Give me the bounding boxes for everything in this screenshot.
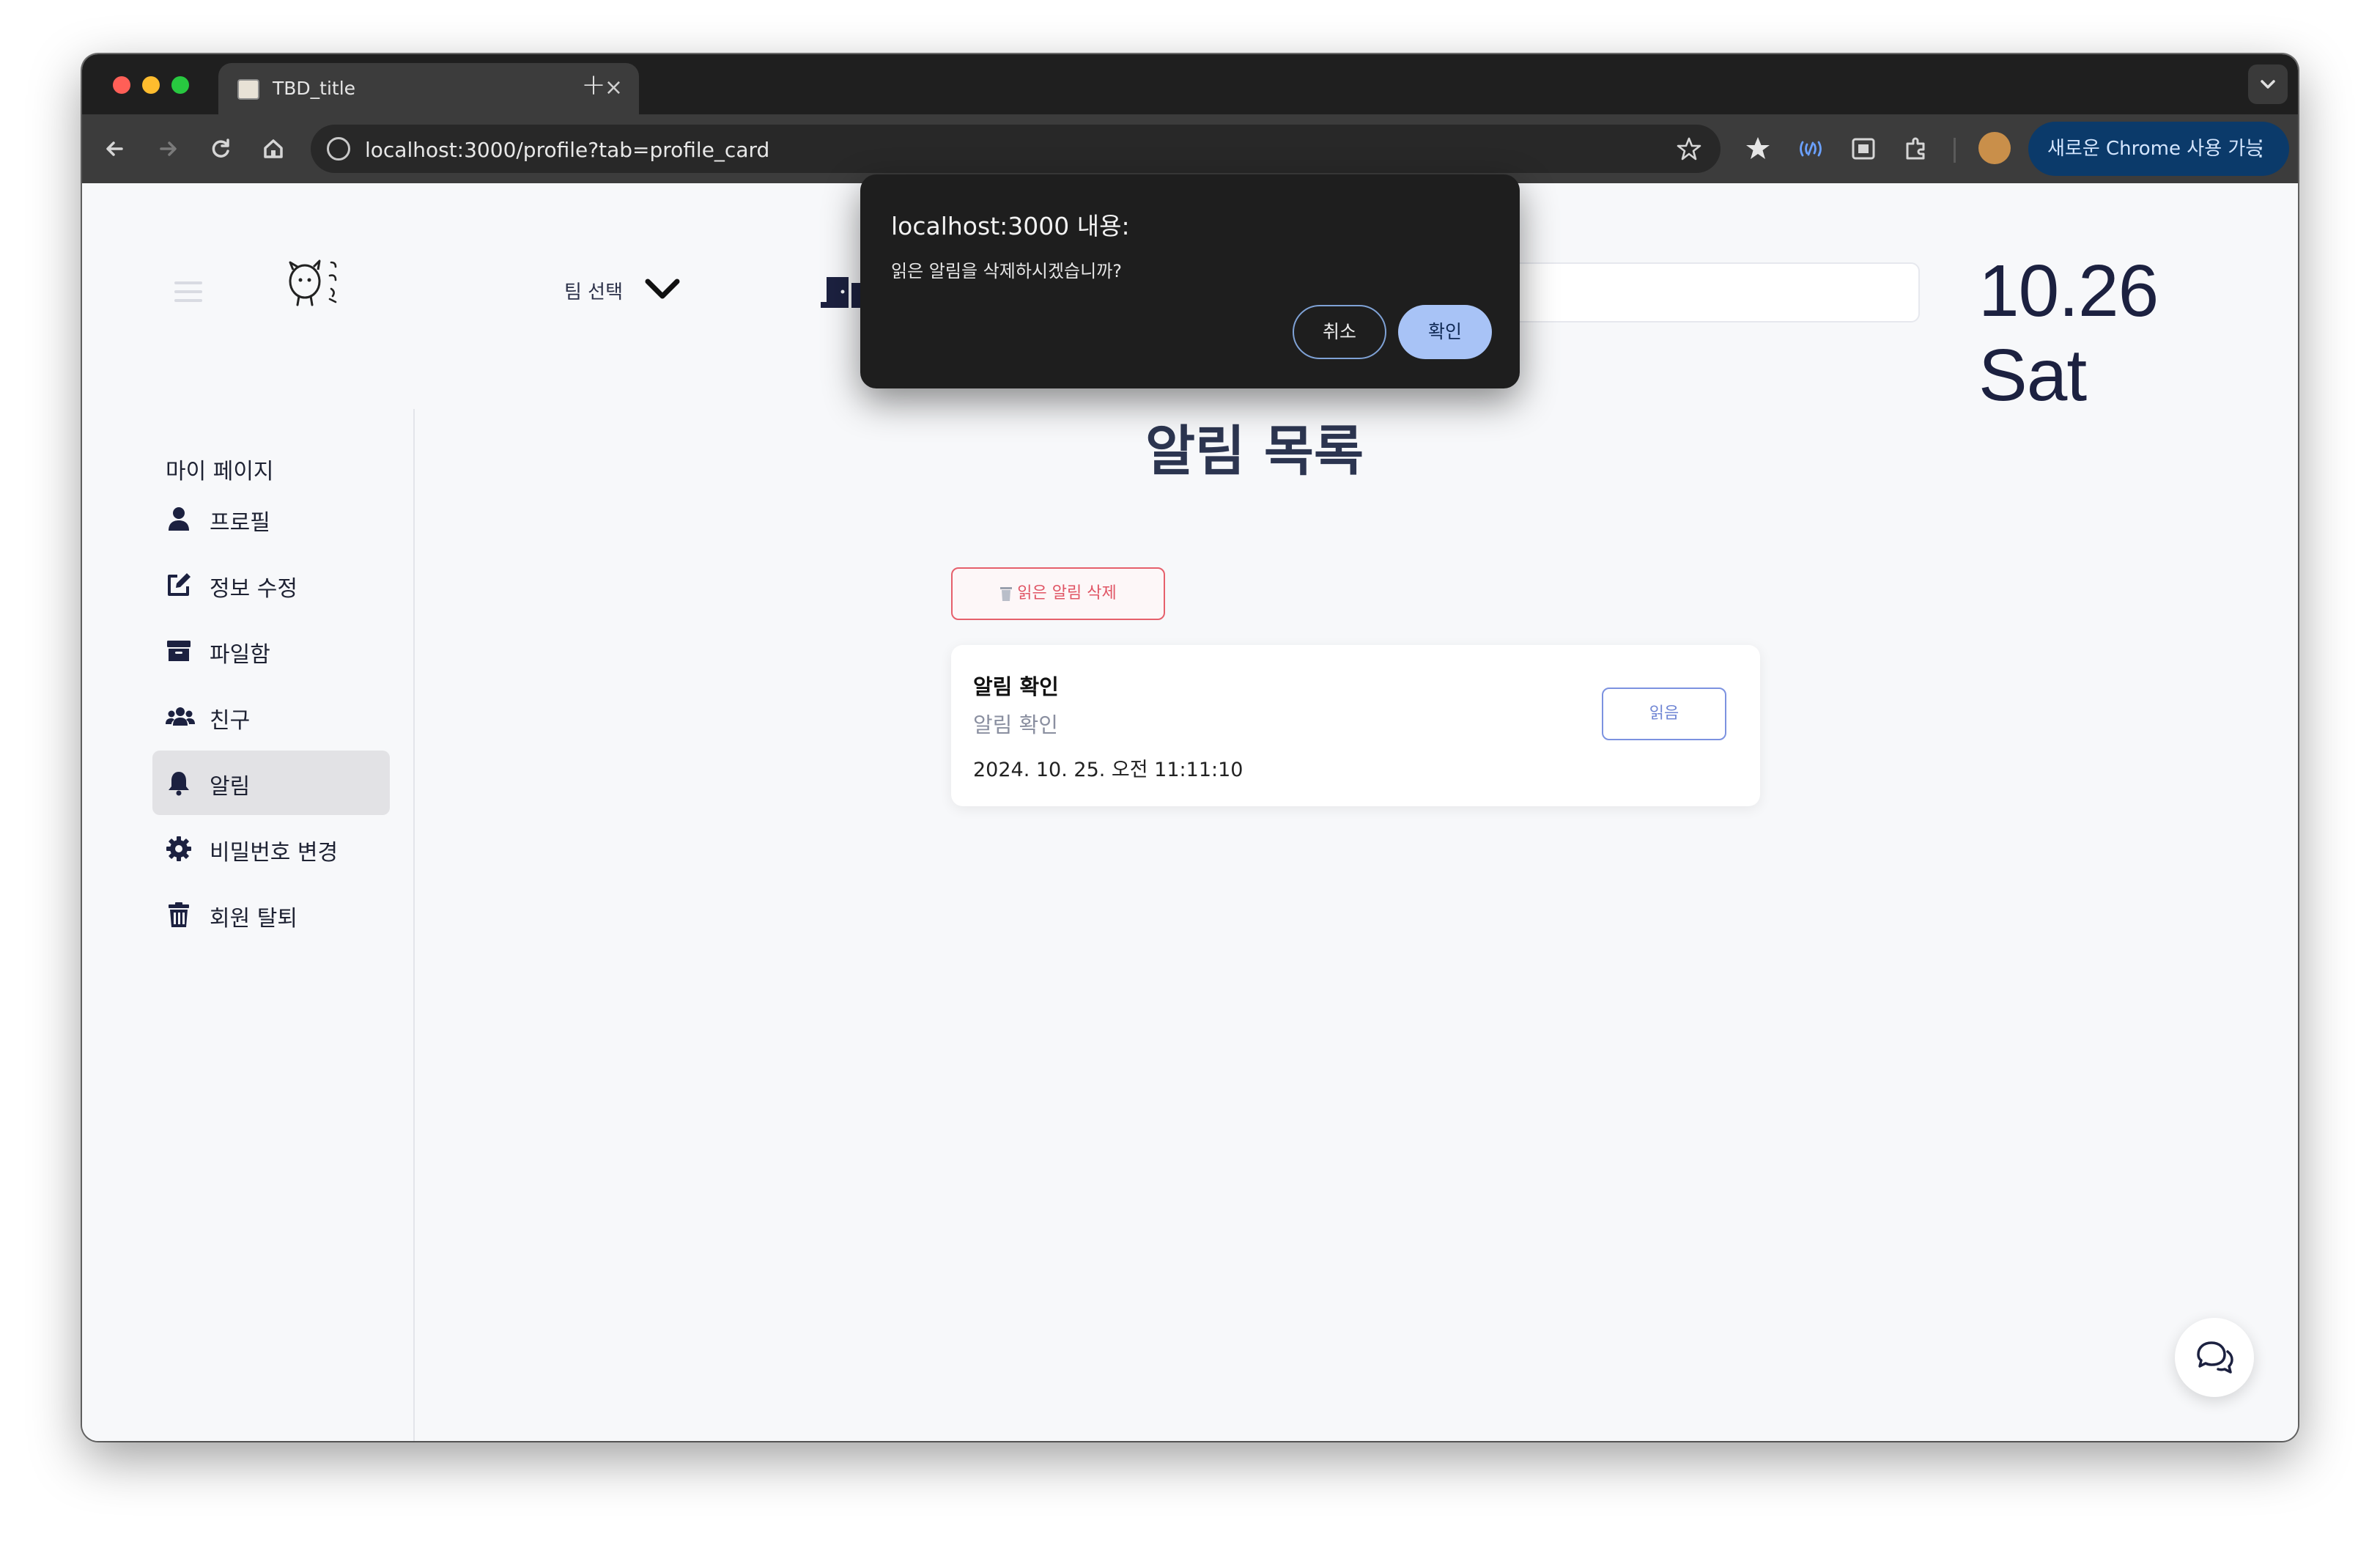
- sidebar-divider: [413, 409, 415, 1441]
- maximize-window-button[interactable]: [171, 76, 189, 94]
- favicon-icon: [237, 79, 259, 100]
- sidebar-item-notifications[interactable]: 알림: [152, 751, 390, 815]
- kebab-menu-icon[interactable]: ⋮: [2250, 122, 2272, 176]
- cancel-button[interactable]: 취소: [1293, 305, 1386, 359]
- sidebar-item-profile[interactable]: 프로필: [152, 487, 390, 551]
- page-title: 알림 목록: [1145, 420, 1364, 483]
- home-icon[interactable]: [258, 133, 289, 164]
- sidebar-item-label: 친구: [210, 708, 251, 734]
- bookmark-star-icon[interactable]: [1677, 136, 1701, 161]
- sidebar-item-label: 정보 수정: [210, 576, 298, 602]
- sidebar-item-label: 회원 탈퇴: [210, 906, 298, 932]
- sidebar-item-label: 알림: [210, 774, 251, 800]
- chrome-update-button[interactable]: 새로운 Chrome 사용 가능 ⋮: [2028, 122, 2289, 176]
- cast-icon[interactable]: [1795, 133, 1826, 164]
- sidebar-item-edit-info[interactable]: 정보 수정: [152, 553, 390, 617]
- browser-toolbar: localhost:3000/profile?tab=profile_card …: [82, 114, 2298, 183]
- delete-read-button[interactable]: 읽은 알림 삭제: [951, 567, 1165, 620]
- gear-icon: [166, 836, 191, 861]
- edit-icon: [168, 573, 191, 596]
- tab-title: TBD_title: [273, 78, 356, 99]
- sidebar-item-label: 파일함: [210, 642, 270, 668]
- delete-read-label: 읽은 알림 삭제: [1017, 584, 1117, 602]
- mark-read-button[interactable]: 읽음: [1602, 688, 1726, 740]
- back-icon[interactable]: [100, 133, 130, 164]
- site-info-icon[interactable]: [327, 137, 350, 161]
- confirm-dialog: localhost:3000 내용: 읽은 알림을 삭제하시겠습니까? 취소 확…: [860, 174, 1520, 388]
- notification-card: 알림 확인 알림 확인 2024. 10. 25. 오전 11:11:10 읽음: [951, 645, 1760, 806]
- bell-icon: [169, 772, 189, 796]
- dialog-title: localhost:3000 내용:: [891, 212, 1130, 240]
- hamburger-menu-icon[interactable]: [174, 281, 202, 302]
- new-tab-button[interactable]: +: [572, 63, 616, 107]
- confirm-button[interactable]: 확인: [1398, 305, 1492, 359]
- team-select-label[interactable]: 팀 선택: [564, 277, 623, 304]
- user-icon: [169, 507, 189, 531]
- trash-icon: [1000, 587, 1013, 601]
- browser-window: TBD_title × + localhost:3000/profile?tab…: [82, 54, 2298, 1441]
- trash-icon: [169, 902, 189, 927]
- forward-icon[interactable]: [152, 133, 183, 164]
- sidebar-item-label: 프로필: [210, 510, 270, 536]
- tab-strip: TBD_title × +: [82, 54, 2298, 114]
- reload-icon[interactable]: [205, 133, 236, 164]
- app-logo[interactable]: [278, 251, 352, 309]
- door-icon[interactable]: [821, 270, 865, 311]
- search-input[interactable]: [1474, 262, 1920, 322]
- url-text[interactable]: localhost:3000/profile?tab=profile_card: [365, 138, 769, 162]
- sidebar-item-change-password[interactable]: 비밀번호 변경: [152, 817, 390, 881]
- sidebar-item-files[interactable]: 파일함: [152, 619, 390, 683]
- extensions-icon[interactable]: [1901, 133, 1932, 164]
- star-icon[interactable]: [1742, 133, 1773, 164]
- sidebar-item-withdraw[interactable]: 회원 탈퇴: [152, 882, 390, 947]
- update-label: 새로운 Chrome 사용 가능: [2047, 138, 2263, 160]
- sidebar-item-friends[interactable]: 친구: [152, 685, 390, 749]
- chat-button[interactable]: [2175, 1318, 2254, 1397]
- notification-time: 2024. 10. 25. 오전 11:11:10: [973, 759, 1243, 781]
- toolbar-divider: [1954, 138, 1956, 163]
- chevron-down-icon: [2261, 80, 2275, 89]
- notification-content: 알림 확인: [973, 712, 1058, 737]
- dialog-message: 읽은 알림을 삭제하시겠습니까?: [891, 261, 1123, 281]
- notification-title: 알림 확인: [973, 674, 1059, 699]
- screenshot-icon[interactable]: [1848, 133, 1879, 164]
- current-date: 10.26 Sat: [1978, 250, 2159, 416]
- archive-icon: [167, 641, 191, 661]
- address-bar[interactable]: localhost:3000/profile?tab=profile_card: [311, 125, 1721, 173]
- tab-search-button[interactable]: [2248, 64, 2288, 104]
- chat-icon: [2197, 1341, 2233, 1374]
- sidebar-item-label: 비밀번호 변경: [210, 840, 339, 866]
- sidebar-title: 마이 페이지: [166, 459, 274, 484]
- chevron-down-icon[interactable]: [642, 274, 683, 303]
- minimize-window-button[interactable]: [142, 76, 160, 94]
- users-icon: [166, 707, 195, 726]
- close-window-button[interactable]: [113, 76, 130, 94]
- profile-avatar[interactable]: [1978, 132, 2011, 164]
